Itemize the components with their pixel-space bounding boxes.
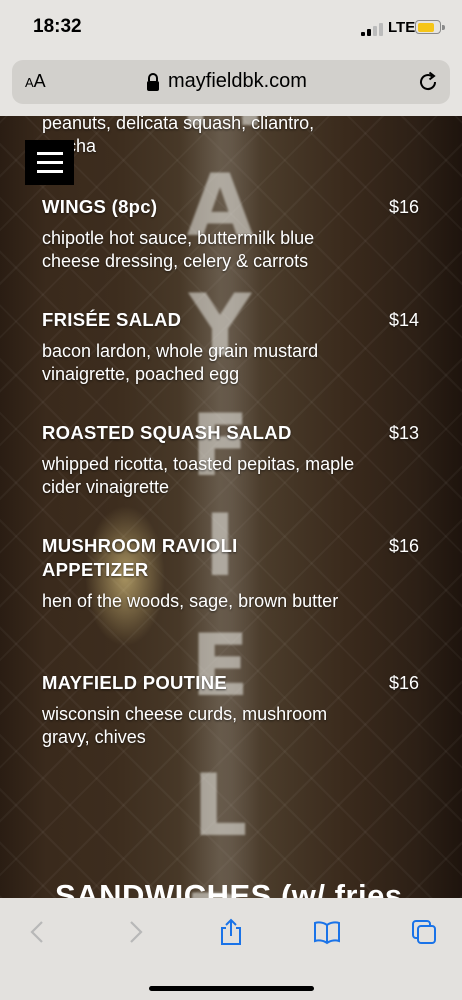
item-name: ROASTED SQUASH SALAD	[42, 422, 292, 443]
item-price: $13	[388, 423, 419, 443]
tabs-icon[interactable]	[410, 918, 438, 946]
signal-icon	[361, 22, 383, 36]
battery-icon	[415, 20, 445, 34]
menu-item: FRISÉE SALAD $14 bacon lardon, whole gra…	[42, 308, 422, 386]
share-icon[interactable]	[217, 918, 245, 946]
text-size-button[interactable]: AA	[25, 71, 46, 92]
menu-item: MAYFIELD POUTINE $16 wisconsin cheese cu…	[42, 671, 422, 749]
item-price: $16	[388, 197, 419, 217]
item-name: WINGS (8pc)	[42, 196, 158, 217]
partial-item-description: peanuts, delicata squash, cliantro, ...a…	[42, 116, 315, 156]
item-description: wisconsin cheese curds, mushroom gravy, …	[42, 704, 328, 747]
status-bar: 18:32 LTE	[0, 0, 462, 58]
item-description: whipped ricotta, toasted pepitas, maple …	[42, 454, 355, 497]
menu-item: MUSHROOM RAVIOLI APPETIZER $16 hen of th…	[42, 534, 422, 613]
network-type: LTE	[388, 19, 416, 36]
back-icon[interactable]	[24, 918, 52, 946]
reload-icon[interactable]	[417, 71, 439, 93]
item-name: MAYFIELD POUTINE	[42, 672, 228, 693]
item-price: $14	[388, 310, 419, 330]
home-indicator	[149, 986, 314, 991]
browser-address-area: AA mayfieldbk.com	[0, 58, 462, 116]
item-description: hen of the woods, sage, brown butter	[42, 591, 339, 611]
item-name: MUSHROOM RAVIOLI APPETIZER	[42, 535, 238, 580]
item-description: bacon lardon, whole grain mustard vinaig…	[42, 341, 319, 384]
item-price: $16	[388, 536, 419, 556]
browser-toolbar	[0, 898, 462, 1000]
bookmarks-icon[interactable]	[313, 918, 341, 946]
sign-letter: L	[192, 756, 248, 856]
forward-icon[interactable]	[121, 918, 149, 946]
section-heading: SANDWICHES (w/ fries	[55, 878, 403, 898]
menu-item: WINGS (8pc) $16 chipotle hot sauce, butt…	[42, 195, 422, 273]
url-domain[interactable]: mayfieldbk.com	[168, 70, 307, 93]
item-description: chipotle hot sauce, buttermilk blue chee…	[42, 228, 315, 271]
item-name: FRISÉE SALAD	[42, 309, 182, 330]
clock: 18:32	[33, 16, 82, 37]
menu-button[interactable]	[25, 140, 74, 185]
address-bar[interactable]: AA mayfieldbk.com	[12, 60, 450, 104]
page-content[interactable]: MAYFIELD peanuts, delicata squash, clian…	[0, 116, 462, 898]
menu-item: ROASTED SQUASH SALAD $13 whipped ricotta…	[42, 421, 422, 499]
item-price: $16	[388, 673, 419, 693]
lock-icon	[147, 73, 159, 91]
